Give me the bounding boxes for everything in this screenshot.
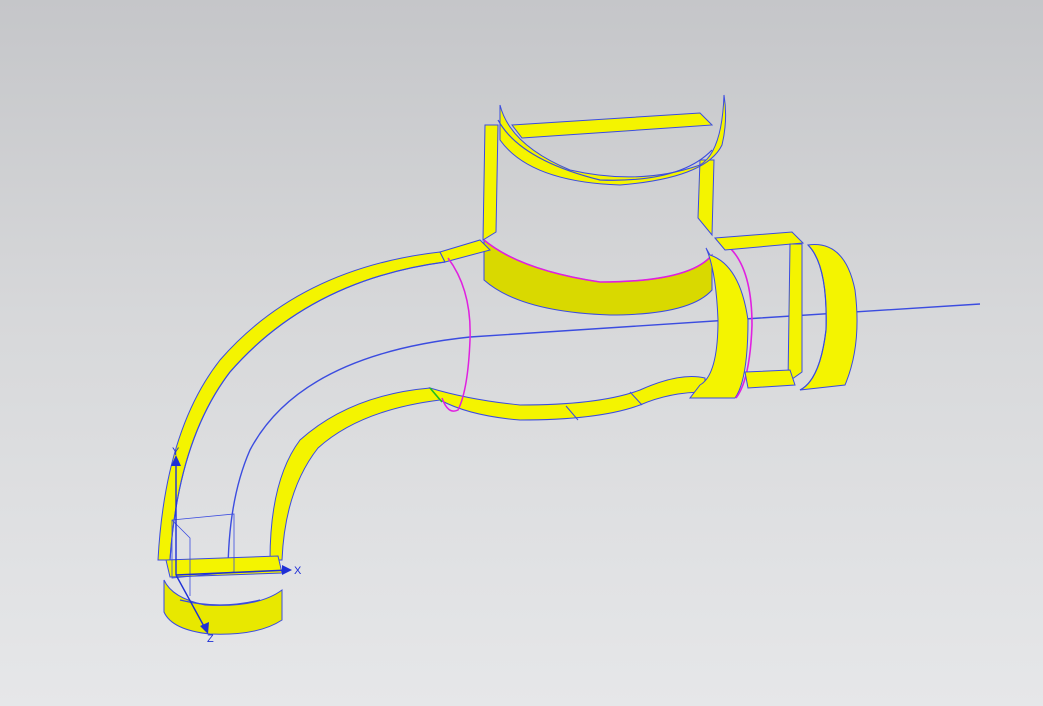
inlet-ring-2[interactable] (799, 244, 858, 391)
centerline (227, 303, 981, 576)
top-cylinder-surface[interactable] (482, 94, 727, 316)
section-curve[interactable] (441, 257, 471, 412)
spout-inner-surface[interactable] (269, 376, 706, 561)
model-canvas[interactable]: X Y Z (0, 0, 1043, 706)
graphics-viewport[interactable]: X Y Z (0, 0, 1043, 706)
z-axis-label: Z (207, 633, 214, 645)
y-axis-label: Y (172, 446, 180, 458)
x-axis-label: X (294, 565, 302, 577)
